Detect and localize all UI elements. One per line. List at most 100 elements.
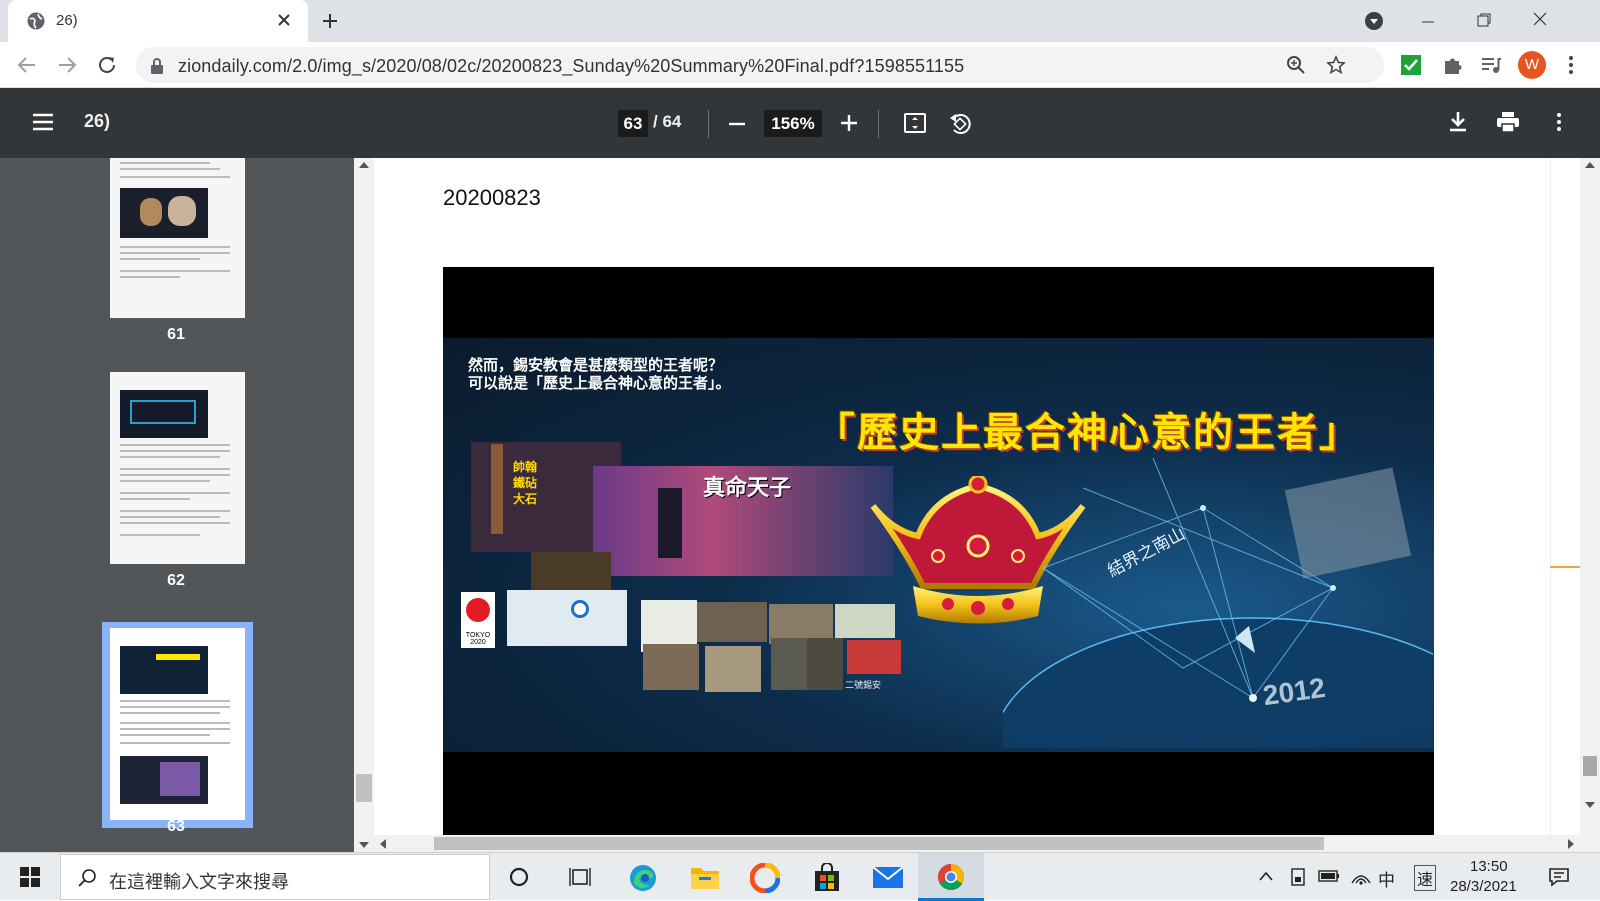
chrome-taskbar-button[interactable] — [918, 853, 984, 901]
page-total: / 64 — [653, 112, 682, 131]
collage-label: 帥翰 — [513, 460, 538, 474]
clock-date: 28/3/2021 — [1450, 878, 1517, 895]
vertical-scroll-thumb[interactable] — [1583, 756, 1597, 776]
tray-device-icon[interactable] — [1290, 867, 1306, 887]
page-number-input[interactable]: 63 — [618, 110, 648, 137]
task-view-icon[interactable] — [568, 866, 592, 888]
wifi-icon[interactable] — [1350, 867, 1372, 885]
minimize-icon[interactable] — [1420, 14, 1436, 30]
sidebar-scrollbar[interactable] — [354, 158, 374, 852]
toolbar-divider — [708, 110, 709, 138]
collage-caption: 二號錫安 — [845, 680, 882, 690]
collage-photo-tile — [705, 646, 761, 692]
tokyo-logo: TOKYO 2020 — [461, 592, 495, 648]
clock-time: 13:50 — [1470, 858, 1508, 875]
pdf-more-icon[interactable] — [1556, 111, 1562, 133]
collage-label: 鐵砧 — [513, 476, 538, 490]
tray-chevron-up-icon[interactable] — [1258, 871, 1274, 881]
taskbar-search-box[interactable]: 在這裡輸入文字來搜尋 — [60, 854, 490, 900]
ime-mode-indicator[interactable]: 速 — [1414, 865, 1437, 891]
horizontal-scroll-thumb[interactable] — [434, 837, 1324, 850]
windows-start-icon[interactable] — [20, 867, 40, 887]
slide-intro-line2: 可以說是「歷史上最合神心意的王者」。 — [468, 375, 731, 392]
more-menu-icon[interactable] — [1568, 54, 1574, 76]
close-window-icon[interactable] — [1532, 11, 1548, 27]
zoom-out-icon[interactable] — [728, 115, 746, 133]
fit-page-icon[interactable] — [903, 111, 927, 135]
page-edge — [1550, 158, 1580, 835]
search-placeholder: 在這裡輸入文字來搜尋 — [109, 872, 289, 892]
address-bar[interactable]: ziondaily.com/2.0/img_s/2020/08/02c/2020… — [136, 47, 1384, 83]
document-date: 20200823 — [443, 185, 541, 210]
reload-icon[interactable] — [96, 54, 118, 76]
map-pin-icon — [571, 600, 589, 618]
thumbnail-page-number: 62 — [167, 572, 185, 589]
battery-icon[interactable] — [1318, 869, 1340, 883]
close-tab-icon[interactable] — [276, 12, 292, 28]
toolbar-divider — [878, 110, 879, 138]
collage-photo-tile — [771, 638, 807, 690]
browser-toolbar: ziondaily.com/2.0/img_s/2020/08/02c/2020… — [0, 42, 1600, 88]
rotate-icon[interactable] — [948, 110, 972, 136]
globe-icon — [26, 11, 46, 31]
slide-content: 然而，錫安教會是甚麼類型的王者呢？ 可以說是「歷史上最合神心意的王者」。 「歷史… — [443, 338, 1434, 752]
thumbnail-sidebar: 61 62 63 — [0, 158, 354, 852]
cortana-icon[interactable] — [508, 866, 530, 888]
collage-label: 大石 — [513, 492, 538, 506]
file-explorer-icon[interactable] — [690, 864, 720, 890]
document-viewport[interactable]: 20200823 w 然而，錫安教會是甚麼類型的王者呢？ 可以說是「歷史上最合神… — [374, 158, 1580, 835]
print-icon[interactable] — [1496, 111, 1520, 133]
collage-photo-pillar — [491, 444, 503, 534]
collage-photo-tile — [807, 638, 843, 690]
forward-icon[interactable] — [56, 54, 78, 76]
extension-check-icon[interactable] — [1400, 54, 1422, 76]
zoom-in-icon[interactable] — [840, 114, 858, 132]
vertical-scrollbar[interactable] — [1580, 158, 1600, 852]
profile-avatar[interactable]: W — [1518, 51, 1546, 79]
hamburger-menu-icon[interactable] — [32, 112, 54, 132]
collage-title: 真命天子 — [703, 475, 792, 500]
restore-icon[interactable] — [1476, 12, 1492, 28]
page-thumbnail-63[interactable] — [110, 628, 245, 820]
new-tab-icon[interactable] — [320, 11, 340, 31]
notifications-icon[interactable] — [1548, 866, 1570, 888]
collage-photo-tile — [697, 602, 767, 642]
thumbnail-page-number: 61 — [167, 326, 185, 343]
collage-photo-tile — [847, 640, 901, 674]
edge-browser-icon[interactable] — [628, 863, 658, 893]
zoom-level-input[interactable]: 156% — [764, 110, 822, 137]
slide-image: 然而，錫安教會是甚麼類型的王者呢？ 可以說是「歷史上最合神心意的王者」。 「歷史… — [443, 267, 1434, 835]
tab-search-icon[interactable] — [1364, 11, 1384, 31]
pdf-page: 20200823 w 然而，錫安教會是甚麼類型的王者呢？ 可以說是「歷史上最合神… — [374, 158, 1580, 835]
pdf-toolbar: 26) 63 / 64 156% — [0, 88, 1600, 158]
search-icon — [77, 868, 97, 888]
horizontal-scrollbar[interactable] — [374, 835, 1580, 852]
bookmark-star-icon[interactable] — [1326, 55, 1346, 75]
collage-figure — [658, 488, 682, 558]
store-icon[interactable] — [812, 863, 842, 893]
collage-photo-tile — [643, 644, 699, 690]
chrome-icon — [936, 862, 966, 892]
thumbnail-page-number: 63 — [167, 818, 185, 835]
download-icon[interactable] — [1447, 110, 1469, 134]
globe-network-image — [1003, 448, 1433, 748]
ime-language-indicator[interactable]: 中 — [1378, 866, 1395, 891]
tab-strip: 26) — [0, 0, 1600, 42]
back-icon[interactable] — [16, 54, 38, 76]
collage-map-tile — [507, 590, 627, 646]
windows-taskbar: 在這裡輸入文字來搜尋 中 速 13:50 28/3/2021 — [0, 852, 1600, 901]
media-control-icon[interactable] — [1480, 54, 1502, 76]
page-thumbnail-61[interactable] — [110, 158, 245, 318]
page-thumbnail-62[interactable] — [110, 372, 245, 564]
tab-title: 26) — [56, 12, 78, 29]
app-circle-icon[interactable] — [750, 863, 780, 893]
lock-icon[interactable] — [150, 58, 164, 74]
url-text: ziondaily.com/2.0/img_s/2020/08/02c/2020… — [178, 56, 965, 76]
extensions-puzzle-icon[interactable] — [1442, 54, 1464, 76]
scroll-marker — [1550, 566, 1580, 568]
zoom-icon[interactable] — [1286, 55, 1306, 75]
browser-tab[interactable]: 26) — [8, 0, 308, 42]
sidebar-scroll-thumb[interactable] — [356, 774, 372, 802]
pdf-title: 26) — [84, 111, 111, 131]
mail-icon[interactable] — [872, 865, 904, 889]
